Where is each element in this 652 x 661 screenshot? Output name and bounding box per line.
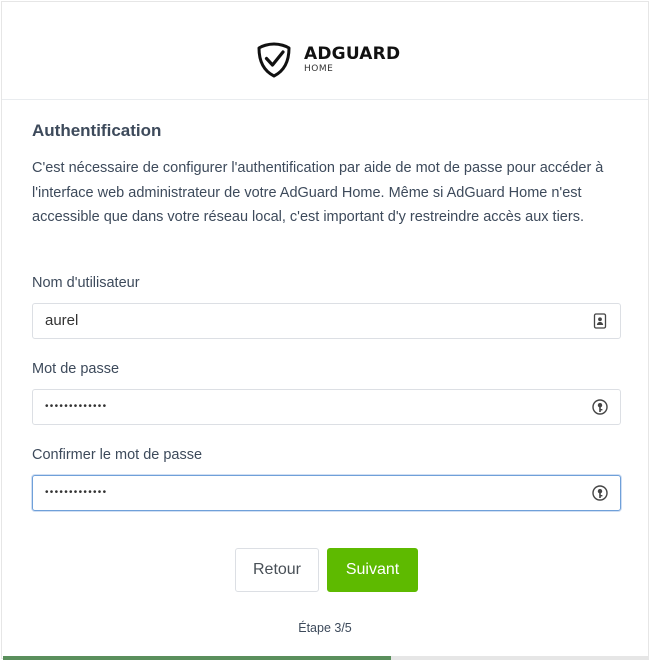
confirm-password-label: Confirmer le mot de passe: [32, 447, 203, 463]
username-value: aurel: [45, 312, 79, 329]
password-key-icon[interactable]: [592, 485, 608, 501]
back-button[interactable]: Retour: [235, 548, 319, 592]
header-divider: [2, 99, 648, 100]
username-label: Nom d'utilisateur: [32, 275, 140, 291]
confirm-password-value: •••••••••••••: [45, 487, 108, 498]
password-value: •••••••••••••: [45, 401, 108, 412]
shield-check-icon: [257, 42, 291, 78]
adguard-logo: ADGUARD HOME: [256, 42, 400, 78]
password-key-icon[interactable]: [592, 399, 608, 415]
section-description: C'est nécessaire de configurer l'authent…: [32, 160, 604, 226]
step-indicator: Étape 3/5: [298, 621, 352, 635]
brand-subtitle: HOME: [304, 64, 334, 74]
password-label: Mot de passe: [32, 361, 120, 377]
progress-bar: [3, 656, 649, 660]
username-input[interactable]: aurel: [32, 303, 621, 339]
contact-card-icon[interactable]: [592, 313, 608, 329]
section-title: Authentification: [32, 121, 162, 140]
setup-card: ADGUARD HOME Authentification C'est néce…: [1, 1, 649, 659]
next-button[interactable]: Suivant: [327, 548, 418, 592]
password-input[interactable]: •••••••••••••: [32, 389, 621, 425]
brand-name: ADGUARD: [304, 44, 401, 64]
confirm-password-input[interactable]: •••••••••••••: [32, 475, 621, 511]
progress-bar-fill: [3, 656, 391, 660]
